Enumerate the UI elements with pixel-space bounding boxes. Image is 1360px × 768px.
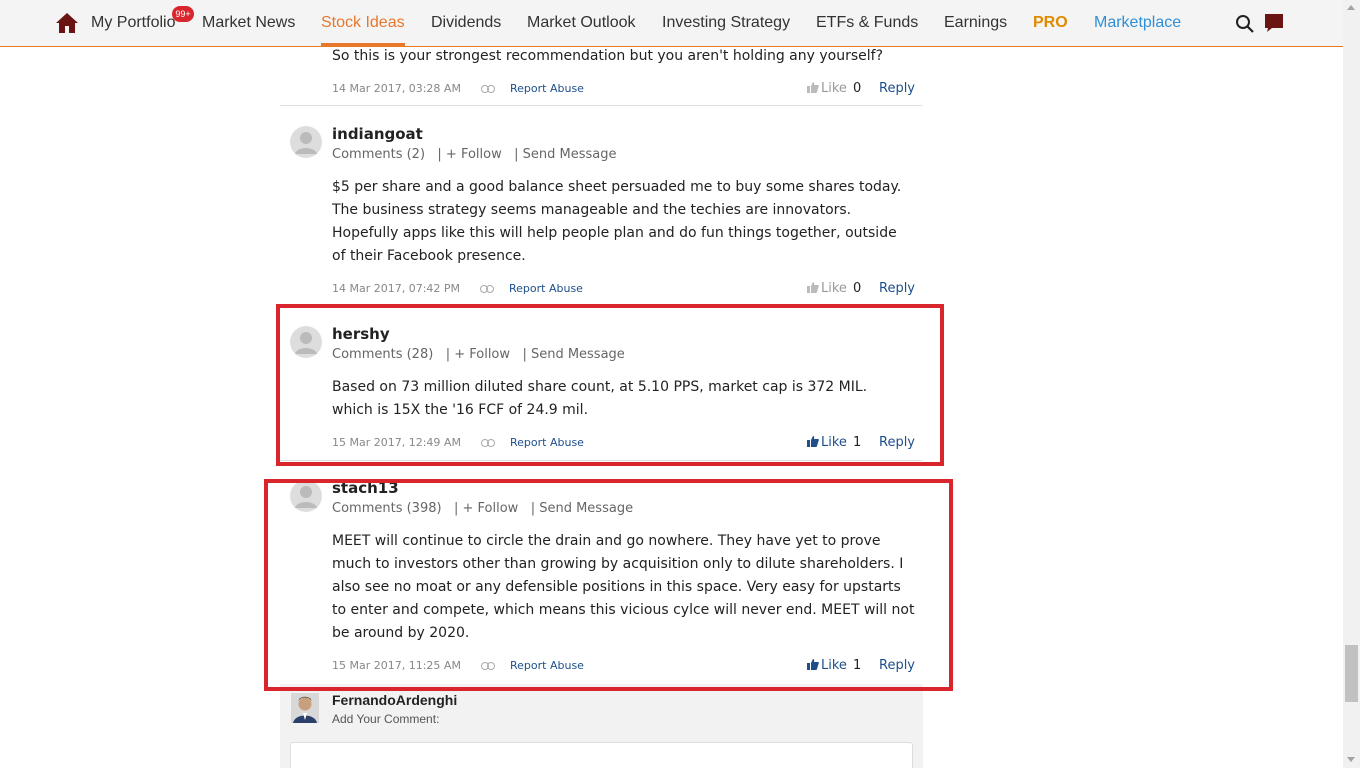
scroll-up-arrow[interactable] [1347, 5, 1355, 10]
thumbs-up-icon [807, 436, 819, 447]
follow-link[interactable]: | + Follow [446, 347, 510, 362]
top-navigation: My Portfolio 99+ Market News Stock Ideas… [0, 0, 1343, 47]
comments-count: Comments (2) [332, 147, 426, 162]
follow-link[interactable]: | + Follow [437, 147, 501, 162]
report-abuse-link[interactable]: Report Abuse [510, 659, 584, 672]
comment-divider [280, 105, 922, 106]
comment-date: 14 Mar 2017, 03:28 AM [332, 82, 461, 95]
reply-link[interactable]: Reply [879, 658, 915, 673]
notification-badge: 99+ [172, 6, 194, 22]
comment-meta: Comments (2) | + Follow | Send Message [332, 147, 617, 162]
chat-icon[interactable] [1264, 13, 1284, 33]
current-username: FernandoArdenghi [332, 692, 458, 708]
comment-username[interactable]: indiangoat [332, 125, 423, 143]
search-icon[interactable] [1235, 14, 1255, 34]
nav-market-news[interactable]: Market News [202, 14, 295, 32]
comment-username[interactable]: hershy [332, 325, 390, 343]
send-message-link[interactable]: | Send Message [522, 347, 624, 362]
comment-text: So this is your strongest recommendation… [332, 48, 883, 64]
permalink-icon[interactable] [481, 85, 495, 93]
like-count: 1 [853, 435, 862, 450]
permalink-icon[interactable] [481, 439, 495, 447]
follow-link[interactable]: | + Follow [454, 501, 518, 516]
comment-input[interactable] [290, 742, 913, 768]
scroll-thumb[interactable] [1345, 645, 1358, 702]
comment-date: 15 Mar 2017, 12:49 AM [332, 436, 461, 449]
reply-link[interactable]: Reply [879, 435, 915, 450]
permalink-icon[interactable] [481, 662, 495, 670]
comment-text: Based on 73 million diluted share count,… [332, 379, 868, 418]
thumbs-up-icon [807, 82, 819, 93]
nav-market-outlook[interactable]: Market Outlook [527, 14, 635, 32]
comment-meta: Comments (28) | + Follow | Send Message [332, 347, 625, 362]
comment-divider [280, 306, 922, 307]
report-abuse-link[interactable]: Report Abuse [509, 282, 583, 295]
like-count: 0 [853, 81, 862, 96]
send-message-link[interactable]: | Send Message [514, 147, 616, 162]
avatar[interactable] [290, 326, 322, 358]
comment-text: $5 per share and a good balance sheet pe… [332, 179, 902, 264]
home-icon[interactable] [55, 12, 79, 34]
send-message-link[interactable]: | Send Message [531, 501, 633, 516]
comment-username[interactable]: stach13 [332, 479, 399, 497]
thumbs-up-icon [807, 282, 819, 293]
report-abuse-link[interactable]: Report Abuse [510, 82, 584, 95]
user-avatar[interactable] [291, 693, 319, 723]
avatar[interactable] [290, 126, 322, 158]
report-abuse-link[interactable]: Report Abuse [510, 436, 584, 449]
reply-link[interactable]: Reply [879, 81, 915, 96]
nav-stock-ideas[interactable]: Stock Ideas [321, 14, 405, 46]
nav-dividends[interactable]: Dividends [431, 14, 501, 32]
page-scrollbar[interactable] [1343, 0, 1360, 768]
avatar[interactable] [290, 480, 322, 512]
like-button[interactable]: Like [807, 81, 847, 96]
comment-date: 15 Mar 2017, 11:25 AM [332, 659, 461, 672]
like-button[interactable]: Like [807, 281, 847, 296]
like-button[interactable]: Like [807, 435, 847, 450]
nav-pro[interactable]: PRO [1033, 14, 1068, 32]
nav-marketplace[interactable]: Marketplace [1094, 14, 1181, 32]
like-count: 1 [853, 658, 862, 673]
reply-link[interactable]: Reply [879, 281, 915, 296]
comment-meta: Comments (398) | + Follow | Send Message [332, 501, 633, 516]
comments-count: Comments (398) [332, 501, 442, 516]
thumbs-up-icon [807, 659, 819, 670]
add-comment-label: Add Your Comment: [332, 712, 440, 726]
nav-etfs-funds[interactable]: ETFs & Funds [816, 14, 918, 32]
nav-my-portfolio[interactable]: My Portfolio [91, 14, 175, 32]
nav-earnings[interactable]: Earnings [944, 14, 1007, 32]
comments-count: Comments (28) [332, 347, 434, 362]
comment-date: 14 Mar 2017, 07:42 PM [332, 282, 461, 295]
nav-investing-strategy[interactable]: Investing Strategy [662, 14, 790, 32]
like-count: 0 [853, 281, 862, 296]
scroll-down-arrow[interactable] [1347, 757, 1355, 762]
comment-divider [280, 460, 922, 461]
permalink-icon[interactable] [480, 285, 494, 293]
like-button[interactable]: Like [807, 658, 847, 673]
comment-text: MEET will continue to circle the drain a… [332, 533, 915, 641]
